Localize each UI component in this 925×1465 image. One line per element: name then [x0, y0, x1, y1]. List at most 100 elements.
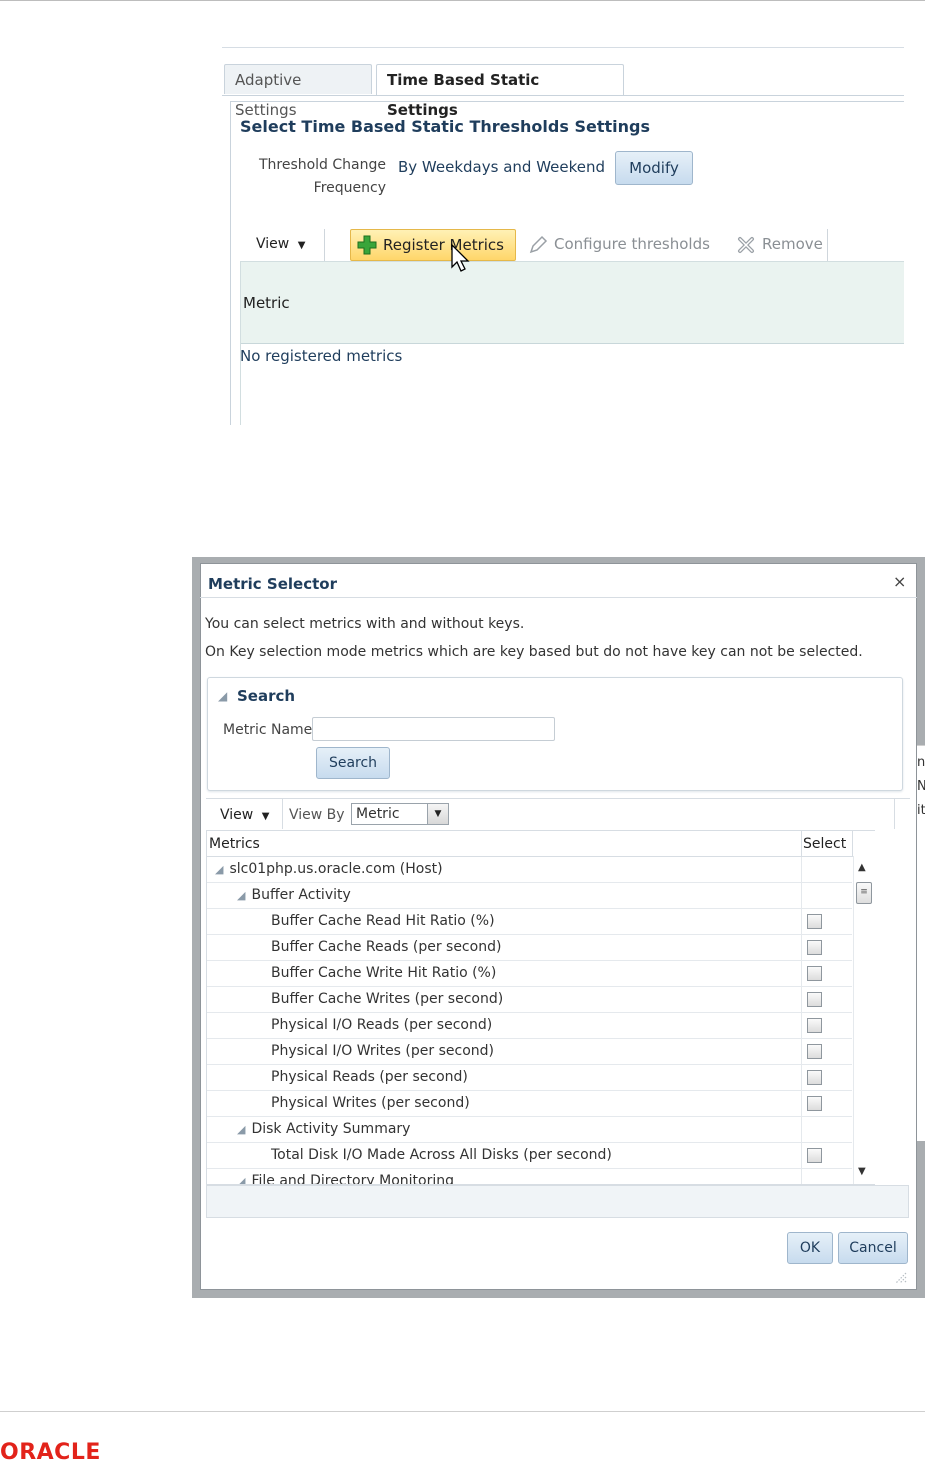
background-text: nd [917, 755, 925, 770]
metric-row-text: Disk Activity Summary [251, 1121, 411, 1137]
column-divider [801, 909, 802, 935]
divider [222, 47, 904, 48]
dialog-title: Metric Selector [208, 575, 337, 593]
scroll-up-arrow-icon[interactable]: ▲ [858, 862, 866, 873]
metric-row-text: File and Directory Monitoring [251, 1173, 454, 1185]
select-checkbox[interactable] [807, 1070, 822, 1085]
section-title: Select Time Based Static Thresholds Sett… [240, 117, 650, 136]
toolbar-separator [282, 799, 283, 829]
expand-triangle-icon[interactable]: ◢ [237, 1123, 245, 1136]
tab-adaptive-settings[interactable]: Adaptive Settings [224, 64, 372, 119]
select-checkbox[interactable] [807, 966, 822, 981]
metrics-grid: Metrics Select ◢ slc01php.us.oracle.com (… [206, 830, 875, 1185]
remove-label: Remove [762, 235, 823, 253]
remove-x-icon [738, 237, 754, 253]
metric-row[interactable]: Buffer Cache Reads (per second) [207, 935, 852, 961]
metric-row[interactable]: Total Disk I/O Made Across All Disks (pe… [207, 1143, 852, 1169]
expand-triangle-icon[interactable]: ◢ [237, 889, 245, 902]
oracle-logo: ORACLE [0, 1440, 101, 1465]
modify-button[interactable]: Modify [615, 151, 693, 185]
column-header-select[interactable]: Select [803, 836, 846, 852]
metric-row[interactable]: Physical Writes (per second) [207, 1091, 852, 1117]
configure-thresholds-button[interactable]: Configure thresholds [528, 235, 710, 254]
metric-row-label: Physical I/O Writes (per second) [271, 1043, 494, 1059]
metric-row-label: ◢ Buffer Activity [237, 887, 351, 903]
toolbar-separator [894, 799, 895, 829]
metrics-toolbar: View ▼ Register Metrics Configure thresh… [240, 227, 904, 261]
metric-row-label: Physical Writes (per second) [271, 1095, 470, 1111]
metric-row[interactable]: Buffer Cache Writes (per second) [207, 987, 852, 1013]
metric-row-label: Physical Reads (per second) [271, 1069, 468, 1085]
close-icon[interactable]: × [893, 572, 906, 591]
select-checkbox[interactable] [807, 1018, 822, 1033]
select-checkbox[interactable] [807, 992, 822, 1007]
table-left-border [240, 261, 241, 425]
search-button[interactable]: Search [316, 747, 390, 779]
search-panel-title[interactable]: Search [237, 687, 295, 705]
cancel-button[interactable]: Cancel [838, 1232, 908, 1264]
metric-row-text: Buffer Cache Reads (per second) [271, 939, 502, 955]
metric-row[interactable]: Buffer Cache Write Hit Ratio (%) [207, 961, 852, 987]
metric-row-text: Physical I/O Reads (per second) [271, 1017, 493, 1033]
background-text: it [917, 803, 925, 818]
metric-row[interactable]: Buffer Cache Read Hit Ratio (%) [207, 909, 852, 935]
view-by-select[interactable]: Metric ▼ [351, 803, 449, 825]
remove-button[interactable]: Remove [736, 235, 823, 253]
metric-row[interactable]: Physical I/O Writes (per second) [207, 1039, 852, 1065]
select-checkbox[interactable] [807, 940, 822, 955]
collapse-triangle-icon[interactable]: ◢ [218, 689, 227, 703]
dialog-info-text: You can select metrics with and without … [205, 616, 525, 632]
column-divider [801, 883, 802, 909]
static-settings-panel: Adaptive Settings Time Based Static Sett… [222, 47, 904, 425]
column-divider [801, 831, 802, 857]
dialog-title-divider [200, 597, 917, 598]
metric-row-text: Physical I/O Writes (per second) [271, 1043, 494, 1059]
metric-column-header[interactable]: Metric [240, 261, 904, 344]
column-divider [801, 1039, 802, 1065]
toolbar-separator [324, 229, 325, 261]
column-divider [801, 987, 802, 1013]
view-by-label: View By [289, 807, 345, 823]
tree-group-row[interactable]: ◢ File and Directory Monitoring [207, 1169, 852, 1185]
metric-row[interactable]: Physical Reads (per second) [207, 1065, 852, 1091]
select-checkbox[interactable] [807, 1148, 822, 1163]
register-metrics-button[interactable]: Register Metrics [350, 229, 516, 261]
tree-group-row[interactable]: ◢ slc01php.us.oracle.com (Host) [207, 857, 852, 883]
metric-row-label: ◢ slc01php.us.oracle.com (Host) [215, 861, 443, 877]
view-menu[interactable]: View ▼ [220, 807, 269, 823]
top-rule [0, 0, 925, 1]
threshold-change-frequency-value: By Weekdays and Weekend [398, 158, 606, 176]
view-menu-label: View [256, 236, 290, 252]
select-checkbox[interactable] [807, 914, 822, 929]
metric-name-input[interactable] [312, 717, 555, 741]
tab-bar-line [222, 95, 904, 96]
footer-rule [0, 1411, 925, 1412]
tree-group-row[interactable]: ◢ Buffer Activity [207, 883, 852, 909]
column-divider [801, 1169, 802, 1184]
select-checkbox[interactable] [807, 1044, 822, 1059]
metric-row-text: Buffer Cache Writes (per second) [271, 991, 504, 1007]
dropdown-arrow-icon[interactable]: ▼ [427, 804, 448, 824]
grid-vertical-scrollbar[interactable]: ▲ ≡ ▼ [853, 856, 875, 1184]
threshold-label-line1: Threshold Change [258, 157, 386, 173]
scroll-down-arrow-icon[interactable]: ▼ [858, 1166, 866, 1177]
column-divider [801, 1143, 802, 1169]
column-header-metrics[interactable]: Metrics [209, 836, 260, 852]
scrollbar-thumb[interactable]: ≡ [856, 882, 872, 904]
view-menu[interactable]: View ▼ [256, 236, 305, 252]
resize-grip-icon[interactable] [893, 1270, 907, 1284]
background-text: Ni [917, 779, 925, 794]
background-page-line [917, 745, 925, 746]
ok-button[interactable]: OK [787, 1232, 833, 1264]
tree-group-row[interactable]: ◢ Disk Activity Summary [207, 1117, 852, 1143]
plus-icon [357, 235, 377, 255]
view-menu-label: View [220, 807, 254, 823]
expand-triangle-icon[interactable]: ◢ [237, 1175, 245, 1184]
metric-row-label: Physical I/O Reads (per second) [271, 1017, 492, 1033]
tab-time-based-static-settings[interactable]: Time Based Static Settings [376, 64, 624, 119]
select-checkbox[interactable] [807, 1096, 822, 1111]
metric-name-label: Metric Name [223, 722, 313, 738]
expand-triangle-icon[interactable]: ◢ [215, 863, 223, 876]
register-metrics-label: Register Metrics [383, 236, 504, 254]
metric-row[interactable]: Physical I/O Reads (per second) [207, 1013, 852, 1039]
